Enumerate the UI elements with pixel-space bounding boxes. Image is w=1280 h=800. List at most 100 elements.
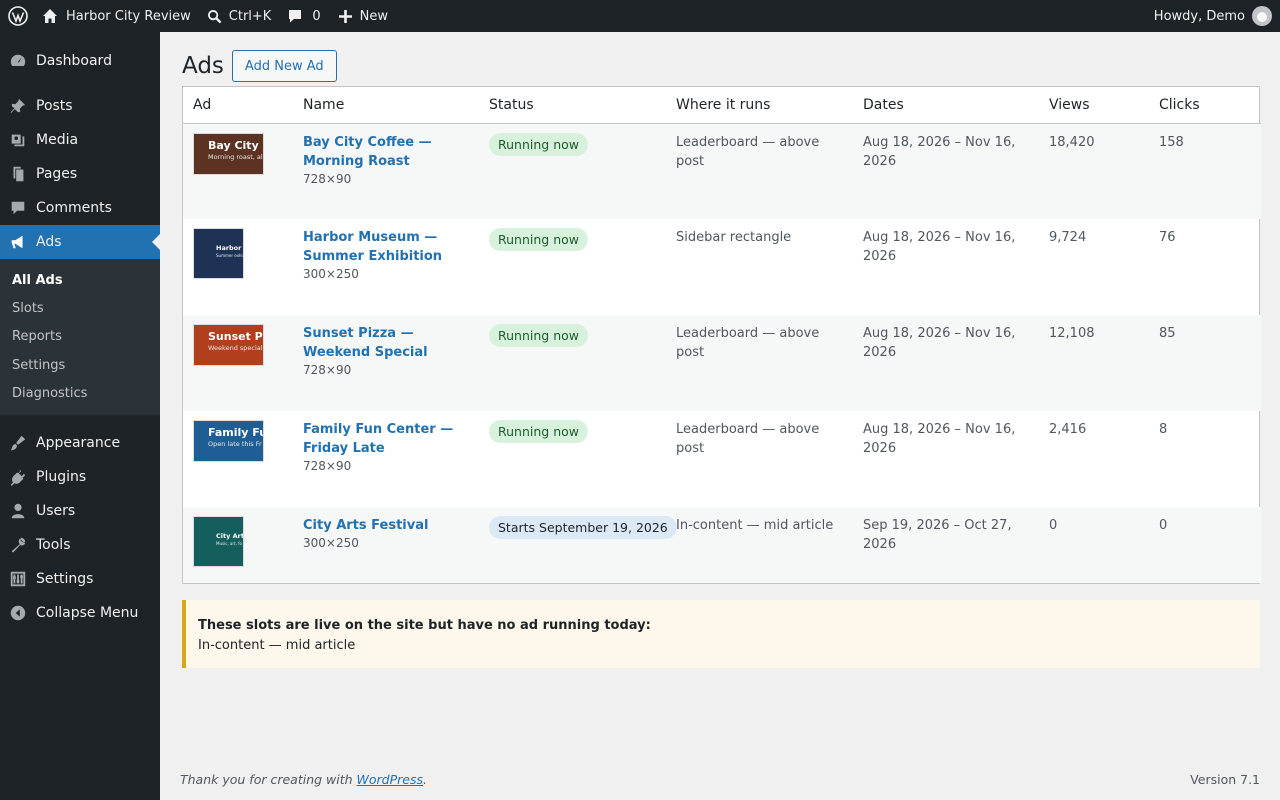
column-header-status: Status xyxy=(479,87,666,124)
submenu-all-ads[interactable]: All Ads xyxy=(0,266,160,294)
sidebar-item-tools[interactable]: Tools xyxy=(0,528,160,562)
slot-location: Leaderboard — above post xyxy=(676,422,820,456)
wordpress-logo-icon[interactable] xyxy=(0,0,36,32)
sidebar-item-label: Dashboard xyxy=(36,53,112,69)
comments-count: 0 xyxy=(312,8,321,24)
submenu-reports[interactable]: Reports xyxy=(0,323,160,351)
date-range: Aug 18, 2026 – Nov 16, 2026 xyxy=(863,134,1016,169)
date-range: Aug 18, 2026 – Nov 16, 2026 xyxy=(863,230,1016,264)
table-row: Sunset Pi Weekend special Sunset Pizza — … xyxy=(183,315,1261,411)
status-badge: Running now xyxy=(489,132,588,156)
sidebar-item-label: Pages xyxy=(36,166,78,182)
submenu-settings[interactable]: Settings xyxy=(0,351,160,379)
notice-title: These slots are live on the site but hav… xyxy=(198,618,651,633)
ad-thumbnail[interactable]: Family Fu Open late this Fr xyxy=(193,420,264,462)
sidebar-item-settings[interactable]: Settings xyxy=(0,562,160,596)
ad-thumbnail[interactable]: City ArtsMusic, art, fo xyxy=(193,516,244,567)
command-search-button[interactable]: Ctrl+K xyxy=(199,0,280,32)
views-count: 18,420 xyxy=(1049,134,1095,150)
views-count: 2,416 xyxy=(1049,422,1087,437)
sidebar-item-ads[interactable]: Ads xyxy=(0,225,160,259)
ads-submenu: All Ads Slots Reports Settings Diagnosti… xyxy=(0,259,160,416)
collapse-menu-button[interactable]: Collapse Menu xyxy=(0,596,160,630)
table-header-row: Ad Name Status Where it runs Dates Views… xyxy=(183,87,1261,124)
footer-version: Version 7.1 xyxy=(1190,772,1260,787)
sidebar-item-users[interactable]: Users xyxy=(0,494,160,528)
column-header-where: Where it runs xyxy=(666,87,853,124)
sidebar-item-appearance[interactable]: Appearance xyxy=(0,426,160,460)
ad-name-link[interactable]: City Arts Festival xyxy=(303,516,469,535)
add-new-ad-button[interactable]: Add New Ad xyxy=(231,50,337,82)
comment-icon xyxy=(289,10,302,23)
column-header-clicks: Clicks xyxy=(1149,87,1261,124)
ad-name-link[interactable]: Sunset Pizza — Weekend Special xyxy=(303,324,469,362)
sidebar-item-label: Plugins xyxy=(36,469,87,486)
pushpin-icon xyxy=(0,97,36,115)
wrench-icon xyxy=(0,536,36,554)
home-icon xyxy=(43,9,57,23)
views-count: 12,108 xyxy=(1049,326,1095,341)
status-badge: Running now xyxy=(489,420,588,443)
column-header-views: Views xyxy=(1039,87,1149,124)
slot-location: Leaderboard — above post xyxy=(676,134,820,169)
clicks-count: 158 xyxy=(1159,134,1184,150)
new-content-button[interactable]: New xyxy=(329,0,396,32)
date-range: Aug 18, 2026 – Nov 16, 2026 xyxy=(863,326,1016,360)
account-menu[interactable]: Howdy, Demo xyxy=(1154,0,1280,32)
notice-body: In-content — mid article xyxy=(198,638,356,653)
ad-thumbnail[interactable]: Sunset Pi Weekend special xyxy=(193,324,264,366)
ad-thumbnail[interactable]: Bay City CMorning roast, al xyxy=(193,132,264,175)
sidebar-item-label: Settings xyxy=(36,571,94,588)
brush-icon xyxy=(0,434,36,452)
ad-size: 300×250 xyxy=(303,536,359,550)
submenu-diagnostics[interactable]: Diagnostics xyxy=(0,379,160,407)
sidebar-item-label: Media xyxy=(36,132,79,148)
footer-thanks: Thank you for creating with WordPress. xyxy=(180,772,427,787)
page-title: Ads xyxy=(182,53,224,79)
sidebar-item-comments[interactable]: Comments xyxy=(0,191,160,225)
ad-size: 300×250 xyxy=(303,267,359,281)
ad-size: 728×90 xyxy=(303,171,352,186)
avatar xyxy=(1252,6,1272,26)
clicks-count: 8 xyxy=(1159,422,1168,437)
sidebar-item-pages[interactable]: Pages xyxy=(0,157,160,191)
table-row: Family Fu Open late this Fr Family Fun Ce… xyxy=(183,411,1261,507)
column-header-ad: Ad xyxy=(183,87,293,124)
main-content: Ads Add New Ad Ad Name Status Where it r… xyxy=(160,32,1280,800)
sidebar-item-dashboard[interactable]: Dashboard xyxy=(0,44,160,78)
ad-size: 728×90 xyxy=(303,459,352,473)
table-row: Harbor MSummer exhi Harbor Museum — Summ… xyxy=(183,219,1261,315)
submenu-slots[interactable]: Slots xyxy=(0,294,160,322)
ad-name-link[interactable]: Bay City Coffee — Morning Roast xyxy=(303,133,469,171)
views-count: 9,724 xyxy=(1049,230,1087,245)
ad-name-link[interactable]: Harbor Museum — Summer Exhibition xyxy=(303,228,469,266)
sidebar-item-label: Appearance xyxy=(36,435,121,452)
sidebar-item-plugins[interactable]: Plugins xyxy=(0,460,160,494)
table-row: City ArtsMusic, art, fo City Arts Festiv… xyxy=(183,507,1261,583)
admin-bar: Harbor City Review Ctrl+K 0 New Howdy, D… xyxy=(0,0,1280,32)
wordpress-link[interactable]: WordPress xyxy=(357,772,423,787)
megaphone-icon xyxy=(0,233,36,251)
ad-name-link[interactable]: Family Fun Center — Friday Late xyxy=(303,420,469,458)
slot-location: Leaderboard — above post xyxy=(676,326,820,360)
sliders-icon xyxy=(0,570,36,588)
column-header-name[interactable]: Name xyxy=(293,87,479,124)
howdy-text: Howdy, Demo xyxy=(1153,8,1245,24)
site-name-link[interactable]: Harbor City Review xyxy=(36,0,199,32)
clicks-count: 76 xyxy=(1159,230,1176,245)
views-count: 0 xyxy=(1049,518,1058,533)
plus-icon xyxy=(338,9,352,23)
sidebar-item-posts[interactable]: Posts xyxy=(0,89,160,123)
media-icon xyxy=(0,131,36,149)
status-badge: Running now xyxy=(489,324,588,347)
user-icon xyxy=(0,502,36,520)
ad-size: 728×90 xyxy=(303,363,352,377)
date-range: Sep 19, 2026 – Oct 27, 2026 xyxy=(863,518,1012,552)
sidebar-item-media[interactable]: Media xyxy=(0,123,160,157)
sidebar-item-label: Tools xyxy=(36,537,71,554)
table-row: Bay City CMorning roast, al Bay City Cof… xyxy=(183,123,1261,219)
page-header: Ads Add New Ad xyxy=(182,50,337,82)
plug-icon xyxy=(0,468,36,487)
ad-thumbnail[interactable]: Harbor MSummer exhi xyxy=(193,228,244,279)
comments-link[interactable]: 0 xyxy=(279,0,328,32)
